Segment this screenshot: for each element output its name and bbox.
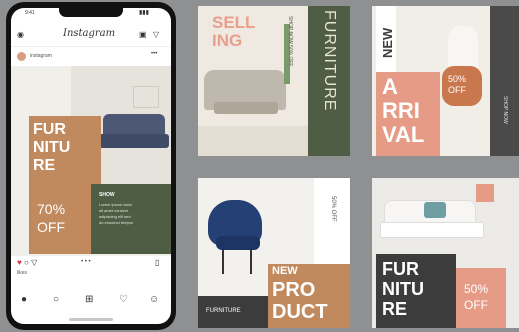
arrival-line-3: VAL [382,122,425,147]
sofa-seat [380,222,484,238]
offer-block: 70% OFF [29,188,91,254]
app-logo: Instagram [63,28,116,39]
furniture-discount-2: OFF [464,298,488,312]
post-username[interactable]: instagram [30,53,52,59]
product-new-label: NEW [272,265,298,277]
product-line-1: PRO [272,279,316,301]
furniture-line-1: FUR [382,259,419,279]
selling-vertical-title: FURNITURE [321,10,338,112]
product-line-2: DUCT [272,301,328,323]
post-title-2: NITU [33,139,71,156]
home-icon[interactable]: ● [21,294,27,305]
add-icon[interactable]: ⊞ [85,294,93,305]
chair-seat [216,236,260,250]
furniture-discount-1: 50% [464,282,489,296]
selling-line-2: ING [212,31,243,50]
card-new-product: 50% OFF NEW PRO DUCT FURNITURE [198,178,350,328]
chair-leg [250,250,252,274]
accent-square [476,184,494,202]
product-footer: FURNITURE [198,296,268,328]
phone-screen: 9:41 ▮▮▮ ◉ Instagram ▣ ▽ instagram ••• F… [11,8,171,324]
info-heading: SHOW [99,192,115,198]
camera-icon[interactable]: ◉ [17,30,24,39]
product-vertical-label: 50% OFF [330,196,336,222]
orange-vase-image: 50% OFF [442,66,482,106]
card-selling-furniture: SELL ING SHOP NOW 50% OFF FURNITURE [198,6,350,156]
product-title-block: NEW PRO DUCT [268,264,350,328]
share-icon[interactable]: ▽ [31,258,37,267]
arrival-line-1: A [382,74,398,99]
bookmark-icon[interactable]: ▯ [155,258,159,267]
post-title-1: FUR [33,121,66,138]
heart-icon[interactable]: ♥ [17,258,22,267]
home-indicator [69,318,113,321]
teal-cushion [424,202,446,218]
profile-icon[interactable]: ☺ [149,294,159,305]
tv-icon[interactable]: ▣ [139,30,147,39]
wall-frame [133,86,159,108]
furniture-title-block: FUR NITU RE [376,254,456,328]
info-lines: Lorem ipsum dolor sit amet consect adipi… [99,202,134,225]
offer-off: OFF [37,219,65,235]
post-title-3: RE [33,157,56,174]
arrival-side-panel: SHOP NOW [490,6,519,156]
post-image: FUR NITU RE 70% OFF SHOW Lorem ipsum dol… [11,66,171,256]
arrival-discount-1: 50% [448,74,467,84]
new-label-box: NEW [376,6,396,72]
furniture-line-2: NITU [382,279,424,299]
carousel-dots: • • • [81,259,91,265]
arrival-discount-2: OFF [448,85,466,95]
info-block: SHOW Lorem ipsum dolor sit amet consect … [91,184,171,254]
battery-icon: ▮▮▮ [139,10,149,16]
product-label-strip: 50% OFF [314,178,350,264]
selling-small-text: SHOP NOW 50% OFF [287,16,293,67]
arrival-title-block: A RRI VAL [376,72,440,156]
arrival-line-2: RRI [382,98,420,123]
avatar[interactable] [17,52,26,61]
post-header: instagram ••• [11,48,171,64]
sofa-seat [99,134,169,148]
heart-nav-icon[interactable]: ♡ [119,294,128,305]
title-block: FUR NITU RE [29,116,101,188]
bottom-nav: ● ○ ⊞ ♡ ☺ [11,288,171,314]
card-furniture-sale: FUR NITU RE 50% OFF [372,178,519,328]
likes-text: likes [17,270,28,276]
app-header: ◉ Instagram ▣ ▽ [11,24,171,47]
phone-notch [59,8,123,17]
furniture-line-3: RE [382,299,408,319]
card-new-arrival: NEW A RRI VAL 50% OFF SHOP NOW [372,6,519,156]
post-actions: ♥ ○ ▽ [17,258,37,267]
search-icon[interactable]: ○ [53,294,59,305]
product-footer-text: FURNITURE [206,308,241,314]
post-more-button[interactable]: ••• [151,51,157,57]
selling-line-1: SELL [212,13,256,32]
selling-side-panel: FURNITURE [308,6,350,156]
offer-percent: 70% [37,201,66,217]
new-label: NEW [380,27,395,58]
arrival-small-text: SHOP NOW [502,96,508,124]
comment-icon[interactable]: ○ [24,258,29,267]
chair-leg [222,250,224,274]
status-time: 9:41 [25,10,35,16]
send-icon[interactable]: ▽ [153,30,159,39]
armchair-seat [214,102,278,114]
furniture-discount-block: 50% OFF [456,268,506,328]
